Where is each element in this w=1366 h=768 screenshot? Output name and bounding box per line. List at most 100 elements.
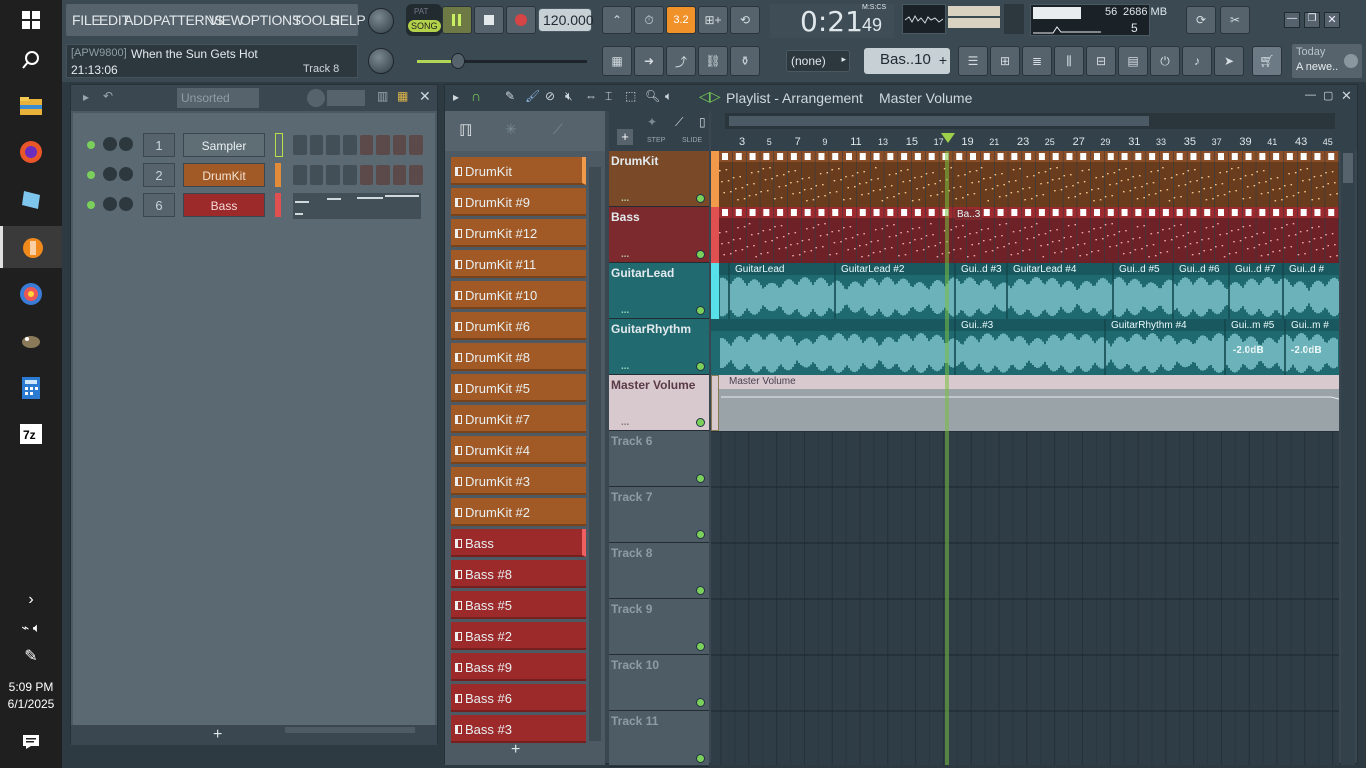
picker-item[interactable]: Bass #2 <box>451 622 586 650</box>
picker-item[interactable]: Bass #6 <box>451 684 586 712</box>
lane-drumkit[interactable] <box>711 151 1339 207</box>
add-pattern-icon[interactable]: + <box>939 52 947 68</box>
channel-name-button[interactable]: DrumKit <box>183 163 265 187</box>
line-tool-icon[interactable]: ⟋ <box>675 115 683 130</box>
close-button[interactable]: ✕ <box>1324 12 1340 28</box>
browser-window-icon[interactable]: ⊟ <box>1086 46 1116 76</box>
picker-item[interactable]: DrumKit #4 <box>451 436 586 464</box>
playlist-close-icon[interactable]: ✕ <box>1341 88 1352 104</box>
delete-tool-icon[interactable]: ⊘ <box>545 89 555 103</box>
audio-clip-label[interactable]: Gui..d #3 <box>961 264 1002 275</box>
menu-help[interactable]: HELP <box>330 12 366 28</box>
picker-item[interactable]: Bass <box>451 529 586 557</box>
master-volume-knob[interactable] <box>368 8 394 34</box>
track-active-led[interactable] <box>696 642 705 651</box>
bar-number[interactable]: 25 <box>1045 137 1055 147</box>
wait-for-input-icon[interactable]: ⏱︎ <box>634 6 664 34</box>
lane-guitarlead[interactable]: GuitarLead GuitarLead #2 Gui..d #3 GuitarLe… <box>711 263 1339 319</box>
step-sequencer-icon[interactable]: ▦ <box>397 89 408 103</box>
bar-number[interactable]: 33 <box>1156 137 1166 147</box>
bar-number[interactable]: 35 <box>1184 136 1196 148</box>
channel-volume-knob[interactable] <box>119 137 133 151</box>
zoom-tool-icon[interactable]: 🔍︎ <box>645 89 660 103</box>
track-active-led[interactable] <box>696 698 705 707</box>
picker-item[interactable]: DrumKit #10 <box>451 281 586 309</box>
bar-number[interactable]: 19 <box>961 136 973 148</box>
slice-tool-icon[interactable]: ⌶ <box>605 89 612 104</box>
track-active-led[interactable] <box>696 754 705 763</box>
mute-tool-icon[interactable]: 🔇︎ <box>565 89 573 104</box>
channel-pan-knob[interactable] <box>103 197 117 211</box>
audio-clip-label[interactable]: GuitarRhythm #4 <box>1111 320 1187 331</box>
channel-mute-led[interactable] <box>87 141 95 149</box>
audio-clip-label[interactable]: Gui..m # <box>1291 320 1329 331</box>
calculator-icon[interactable] <box>11 368 51 408</box>
picker-item[interactable]: DrumKit #11 <box>451 250 586 278</box>
bar-number[interactable]: 9 <box>822 137 827 147</box>
step-edit-button[interactable]: 3.2 <box>666 6 696 34</box>
playlist-arrow-icon[interactable]: ◁▷ <box>699 88 721 105</box>
track-options-icon[interactable]: ... <box>621 249 629 260</box>
loop-record-icon[interactable]: ⟲ <box>730 6 760 34</box>
bar-number[interactable]: 7 <box>795 136 801 148</box>
send-icon[interactable]: ➤ <box>1214 46 1244 76</box>
lane-guitarrhythm[interactable]: Gui..#3 GuitarRhythm #4 Gui..m #5 Gui..m # … <box>711 319 1339 375</box>
clip-gain-label[interactable]: -2.0dB <box>1291 345 1322 356</box>
metronome-icon[interactable]: ⌃ <box>602 6 632 34</box>
notepad-icon[interactable] <box>11 180 51 220</box>
audio-clip-label[interactable]: Gui..d # <box>1289 264 1324 275</box>
channel-rack-window-icon[interactable]: ≣ <box>1022 46 1052 76</box>
filter-select[interactable]: Unsorted <box>177 88 259 108</box>
channel-volume-knob[interactable] <box>119 167 133 181</box>
playlist-breadcrumb[interactable]: Master Volume <box>879 90 972 106</box>
bar-number[interactable]: 15 <box>906 136 918 148</box>
link-icon[interactable]: ⛓ <box>698 46 728 76</box>
channel-rack-menu-icon[interactable]: ▸ <box>83 90 89 104</box>
track-header[interactable]: Track 6 <box>609 431 709 487</box>
picker-add-button[interactable]: + <box>511 741 520 759</box>
track-header[interactable]: Track 9 <box>609 599 709 655</box>
channel-rack-scrollbar[interactable] <box>285 727 415 733</box>
plugin-manager-icon[interactable]: ⏻ <box>1150 46 1180 76</box>
track-header[interactable]: Track 8 <box>609 543 709 599</box>
channel-name-button[interactable]: Bass <box>183 193 265 217</box>
restore-button[interactable]: ❐ <box>1304 12 1320 28</box>
picker-item[interactable]: DrumKit #5 <box>451 374 586 402</box>
track-header-guitarlead[interactable]: GuitarLead ... <box>609 263 709 319</box>
slip-tool-icon[interactable]: ⇔ <box>585 89 597 103</box>
track-header[interactable]: Track 7 <box>609 487 709 543</box>
media-player-icon[interactable] <box>11 274 51 314</box>
channel-pan-knob[interactable] <box>103 137 117 151</box>
minimize-button[interactable]: — <box>1284 12 1300 28</box>
audio-waveform[interactable] <box>720 277 1339 317</box>
track-header-bass[interactable]: Bass ... <box>609 207 709 263</box>
draw-tool-icon[interactable]: ✎ <box>505 89 515 103</box>
track-active-led[interactable] <box>696 362 705 371</box>
bar-number[interactable]: 23 <box>1017 136 1029 148</box>
time-display[interactable]: 0:21 49 M:S:CS <box>770 4 894 38</box>
audio-clip-label[interactable]: GuitarLead #2 <box>841 264 905 275</box>
lane-master-volume[interactable]: Master Volume <box>711 375 1339 431</box>
master-volume-clip-label[interactable]: Master Volume <box>729 376 796 387</box>
picker-patterns-icon[interactable]: ℿ <box>459 121 473 141</box>
playlist-menu-icon[interactable]: ▸ <box>453 90 459 104</box>
step-slider-icon[interactable]: ▯ <box>699 115 706 129</box>
track-header-drumkit[interactable]: DrumKit ... <box>609 151 709 207</box>
mixer-send-icon[interactable]: ⤴ <box>666 46 696 76</box>
channel-mixer-number[interactable]: 6 <box>143 193 175 217</box>
track-active-led[interactable] <box>696 418 705 427</box>
news-panel[interactable]: Today A newe.. <box>1292 44 1362 78</box>
swing-knob[interactable] <box>307 89 325 107</box>
channel-pan-knob[interactable] <box>103 167 117 181</box>
piano-roll-icon[interactable]: ▦ <box>602 46 632 76</box>
picker-item[interactable]: Bass #9 <box>451 653 586 681</box>
project-files-icon[interactable]: ▤ <box>1118 46 1148 76</box>
track-active-led[interactable] <box>696 474 705 483</box>
track-header[interactable]: Track 10 <box>609 655 709 711</box>
mixer-target-select[interactable]: (none) ▸ <box>786 50 850 72</box>
channel-mute-led[interactable] <box>87 201 95 209</box>
bar-number[interactable]: 21 <box>989 137 999 147</box>
search-icon[interactable] <box>11 40 51 80</box>
bar-number[interactable]: 39 <box>1239 136 1251 148</box>
channel-select-indicator[interactable] <box>275 133 283 157</box>
